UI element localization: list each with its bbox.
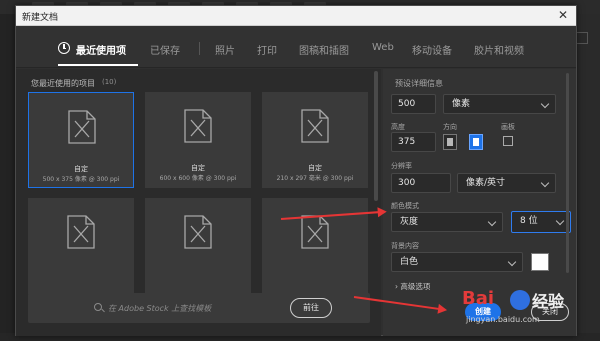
- tab-divider: [199, 42, 200, 55]
- background-value: 白色: [400, 257, 419, 267]
- tab-web[interactable]: Web: [372, 42, 394, 53]
- width-unit-value: 像素: [452, 99, 471, 109]
- paw-icon: [510, 290, 530, 310]
- recent-card[interactable]: [28, 198, 134, 294]
- baidu-jingyan-watermark: Bai 经验 jingyan.baidu.com: [458, 286, 590, 332]
- card-size: 500 x 375 像素 @ 300 ppi: [42, 176, 120, 183]
- resolution-unit-select[interactable]: 像素/英寸: [457, 173, 556, 193]
- bit-depth-select[interactable]: 8 位: [511, 211, 571, 233]
- color-mode-value: 灰度: [400, 217, 419, 227]
- active-tab-indicator: [58, 64, 138, 66]
- stock-search-input[interactable]: 在 Adobe Stock 上查找模板: [108, 303, 211, 314]
- chevron-down-icon: [507, 257, 517, 267]
- portrait-orientation-button[interactable]: [443, 134, 457, 150]
- document-icon: [184, 215, 212, 249]
- document-icon: [184, 109, 212, 143]
- resolution-unit-value: 像素/英寸: [466, 178, 506, 188]
- adobe-stock-search: 在 Adobe Stock 上查找模板 前往: [28, 293, 370, 323]
- recent-card[interactable]: 自定 210 x 297 毫米 @ 300 ppi: [262, 92, 368, 188]
- chevron-down-icon: [555, 216, 565, 226]
- background-color-swatch[interactable]: [531, 253, 549, 271]
- advanced-options-toggle[interactable]: › 高级选项: [395, 281, 430, 292]
- watermark-url: jingyan.baidu.com: [466, 315, 540, 324]
- artboard-label: 画板: [501, 123, 515, 131]
- recent-items-count: (10): [102, 78, 117, 86]
- tab-photo[interactable]: 照片: [215, 42, 235, 57]
- resolution-input[interactable]: 300: [391, 173, 451, 193]
- resolution-label: 分辨率: [391, 162, 412, 170]
- background-label: 背景内容: [391, 242, 419, 250]
- chevron-down-icon: [540, 178, 550, 188]
- color-mode-label: 颜色模式: [391, 202, 419, 210]
- document-icon: [68, 110, 96, 144]
- tab-print[interactable]: 打印: [257, 42, 277, 57]
- recent-card[interactable]: 自定 600 x 600 像素 @ 300 ppi: [145, 92, 251, 188]
- card-size: 210 x 297 毫米 @ 300 ppi: [276, 175, 354, 182]
- chevron-down-icon: [487, 217, 497, 227]
- close-icon[interactable]: ✕: [556, 8, 570, 22]
- card-name: 自定: [74, 165, 88, 173]
- color-mode-select[interactable]: 灰度: [391, 212, 503, 232]
- recent-card[interactable]: 自定 500 x 375 像素 @ 300 ppi: [28, 92, 134, 188]
- card-name: 自定: [308, 164, 322, 172]
- recent-items-label: 您最近使用的项目: [31, 79, 95, 88]
- dialog-titlebar: 新建文档 ✕: [16, 6, 576, 26]
- tab-film-video[interactable]: 胶片和视频: [474, 42, 524, 57]
- bit-depth-value: 8 位: [520, 216, 538, 226]
- card-size: 600 x 600 像素 @ 300 ppi: [159, 175, 237, 182]
- search-icon: [94, 303, 102, 311]
- artboard-checkbox[interactable]: [503, 136, 513, 146]
- advanced-options-label: 高级选项: [400, 282, 431, 291]
- tab-recent[interactable]: 最近使用项: [76, 42, 126, 57]
- card-name: 自定: [191, 164, 205, 172]
- watermark-jingyan: 经验: [532, 292, 565, 311]
- clock-icon: [58, 42, 70, 54]
- height-label: 高度: [391, 123, 405, 131]
- preset-details-title: 预设详细信息: [395, 79, 443, 88]
- recent-panel: 您最近使用的项目 (10) 自定 500 x 375 像素 @ 300 ppi …: [16, 69, 381, 336]
- chevron-down-icon: [540, 99, 550, 109]
- width-unit-select[interactable]: 像素: [443, 94, 556, 114]
- width-input[interactable]: 500: [391, 94, 436, 114]
- dialog-title: 新建文档: [22, 13, 59, 23]
- tab-saved[interactable]: 已保存: [150, 42, 180, 57]
- details-scrollbar[interactable]: [566, 73, 569, 273]
- landscape-orientation-button[interactable]: [469, 134, 483, 150]
- document-icon: [301, 215, 329, 249]
- height-input[interactable]: 375: [391, 132, 436, 152]
- preset-tabs: 最近使用项 已保存 照片 打印 图稿和插图 Web 移动设备 胶片和视频: [16, 26, 576, 68]
- watermark-bai: Bai: [462, 288, 495, 309]
- orientation-label: 方向: [443, 123, 457, 131]
- goto-button[interactable]: 前往: [290, 298, 332, 318]
- recent-scrollbar[interactable]: [374, 71, 378, 201]
- document-icon: [67, 215, 95, 249]
- tab-art-illustration[interactable]: 图稿和插图: [299, 42, 349, 57]
- recent-card[interactable]: [145, 198, 251, 294]
- background-select[interactable]: 白色: [391, 252, 523, 272]
- chevron-right-icon: ›: [395, 282, 398, 291]
- tab-mobile[interactable]: 移动设备: [412, 42, 452, 57]
- document-icon: [301, 109, 329, 143]
